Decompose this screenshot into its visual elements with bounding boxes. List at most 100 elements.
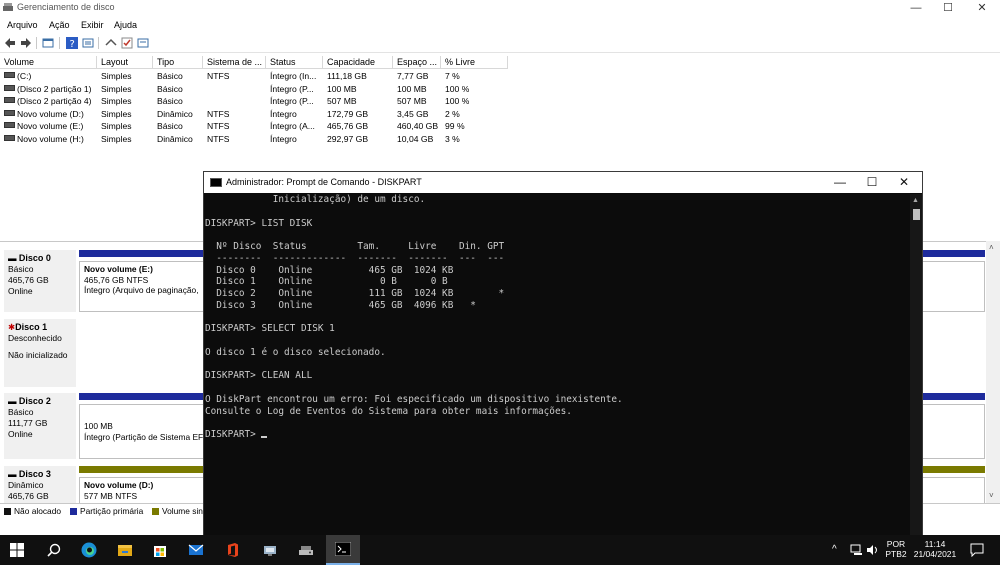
percent-free-cell: 7 % xyxy=(445,71,460,81)
free-space-cell: 460,40 GB xyxy=(397,121,439,131)
title-bar: Gerenciamento de disco — ☐ ✕ xyxy=(0,0,1000,16)
tray-overflow-icon[interactable]: ^ xyxy=(832,544,837,555)
column-header-layout[interactable]: Layout xyxy=(97,56,153,69)
disk-2-label[interactable]: ▬ Disco 2 Básico 111,77 GB Online xyxy=(4,393,76,459)
clock-time: 11:14 xyxy=(924,539,946,549)
percent-free-cell: 2 % xyxy=(445,108,460,119)
check-icon[interactable] xyxy=(121,37,133,49)
clock[interactable]: 11:14 21/04/2021 xyxy=(910,539,960,559)
column-header-status[interactable]: Status xyxy=(266,56,323,69)
cmd-maximize-button[interactable]: ☐ xyxy=(854,172,890,193)
percent-free-cell: 99 % xyxy=(445,121,465,131)
table-row[interactable]: Novo volume (H:) Simples Dinâmico NTFS Í… xyxy=(0,133,1000,146)
column-header-volume[interactable]: Volume xyxy=(0,56,97,69)
store-icon[interactable] xyxy=(152,542,168,558)
disk-icon: ▬ xyxy=(8,469,19,479)
cmd-taskbar-button[interactable] xyxy=(326,535,360,565)
prompt-text: DISKPART> xyxy=(205,429,262,440)
cmd-minimize-button[interactable]: — xyxy=(822,172,858,193)
disk-icon: ▬ xyxy=(8,253,19,263)
filesystem-cell: NTFS xyxy=(207,133,230,144)
column-header-tipo[interactable]: Tipo xyxy=(153,56,203,69)
type-cell: Básico xyxy=(157,71,183,81)
toolbar-separator xyxy=(59,37,60,49)
column-header-sistema[interactable]: Sistema de ... xyxy=(203,56,266,69)
table-row[interactable]: Novo volume (D:) Simples Dinâmico NTFS Í… xyxy=(0,108,1000,121)
menu-ajuda[interactable]: Ajuda xyxy=(114,20,137,30)
disk-size: 465,76 GB xyxy=(8,275,49,285)
type-cell: Básico xyxy=(157,83,183,94)
layout-cell: Simples xyxy=(101,121,132,131)
forward-arrow-icon[interactable] xyxy=(20,37,32,49)
legend-simple-volume: Volume sin xyxy=(152,506,203,516)
cmd-taskbar-icon xyxy=(335,542,351,556)
disk-3-label[interactable]: ▬ Disco 3 Dinâmico 465,76 GB xyxy=(4,466,76,504)
disk-icon: ▬ xyxy=(8,396,19,406)
disk-type: Dinâmico xyxy=(8,480,44,490)
console-output[interactable]: Inicialização) de um disco.​DISKPART> LI… xyxy=(204,194,911,536)
view-list-icon[interactable] xyxy=(137,37,149,49)
mail-icon[interactable] xyxy=(188,542,204,558)
close-button[interactable]: ✕ xyxy=(966,0,998,16)
windows-start-icon[interactable] xyxy=(10,543,24,557)
cmd-icon xyxy=(210,178,222,187)
office-icon[interactable] xyxy=(225,542,241,558)
free-space-cell: 507 MB xyxy=(397,96,427,106)
disk-name: Disco 2 xyxy=(18,396,51,406)
command-prompt-window[interactable]: Administrador: Prompt de Comando - DISKP… xyxy=(203,171,923,537)
cmd-title-bar[interactable]: Administrador: Prompt de Comando - DISKP… xyxy=(204,172,922,193)
back-arrow-icon[interactable] xyxy=(4,37,16,49)
volume-name: (Disco 2 partição 4) xyxy=(17,96,92,106)
column-header-espaco[interactable]: Espaço ... xyxy=(393,56,441,69)
volume-name: Novo volume (E:) xyxy=(17,121,84,131)
search-icon[interactable] xyxy=(46,542,62,558)
toolbar-separator xyxy=(98,37,99,49)
scroll-down-icon[interactable]: ˅ xyxy=(989,491,994,500)
properties-icon[interactable] xyxy=(82,37,94,49)
console-tree-icon[interactable] xyxy=(42,37,54,49)
type-cell: Básico xyxy=(157,96,183,106)
menu-arquivo[interactable]: Arquivo xyxy=(7,20,38,30)
file-explorer-icon[interactable] xyxy=(117,542,133,558)
scroll-up-icon[interactable]: ˄ xyxy=(989,243,994,252)
language-indicator[interactable]: POR PTB2 xyxy=(884,539,908,559)
help-icon[interactable]: ? xyxy=(66,37,78,49)
toolbar: ? xyxy=(0,34,1000,53)
graph-scrollbar[interactable]: ˄ ˅ xyxy=(986,241,1000,503)
disk-status: Online xyxy=(8,286,33,296)
layout-cell: Simples xyxy=(101,108,132,119)
cmd-title: Administrador: Prompt de Comando - DISKP… xyxy=(226,177,422,187)
scroll-up-icon[interactable]: ▲ xyxy=(912,197,919,204)
scroll-thumb[interactable] xyxy=(913,209,920,220)
table-row[interactable]: (Disco 2 partição 4) Simples Básico Ínte… xyxy=(0,95,1000,108)
volume-icon[interactable] xyxy=(866,544,880,556)
filesystem-cell: NTFS xyxy=(207,121,230,131)
taskbar: ^ POR PTB2 11:14 21/04/2021 xyxy=(0,535,1000,565)
volume-name: (C:) xyxy=(17,71,32,81)
table-row[interactable]: (C:) Simples Básico NTFS Íntegro (In... … xyxy=(0,70,1000,83)
network-icon[interactable] xyxy=(850,544,864,556)
prompt-line[interactable]: DISKPART> xyxy=(205,429,911,441)
disk-type: Desconhecido xyxy=(8,333,62,343)
disk-0-label[interactable]: ▬ Disco 0 Básico 465,76 GB Online xyxy=(4,250,76,312)
status-cell: Íntegro xyxy=(270,133,297,144)
network-folder-icon[interactable] xyxy=(262,542,278,558)
maximize-button[interactable]: ☐ xyxy=(932,0,964,16)
column-header-capacidade[interactable]: Capacidade xyxy=(323,56,393,69)
table-row[interactable]: (Disco 2 partição 1) Simples Básico Ínte… xyxy=(0,83,1000,96)
status-cell: Íntegro (P... xyxy=(270,96,314,106)
table-row[interactable]: Novo volume (E:) Simples Básico NTFS Ínt… xyxy=(0,120,1000,133)
edge-icon[interactable] xyxy=(81,542,97,558)
minimize-button[interactable]: — xyxy=(900,0,932,16)
notification-icon[interactable] xyxy=(970,543,984,557)
disk-management-taskbar-icon[interactable] xyxy=(298,542,314,558)
window-title: Gerenciamento de disco xyxy=(17,2,115,12)
menu-acao[interactable]: Ação xyxy=(49,20,70,30)
cmd-scrollbar[interactable]: ▲ xyxy=(910,194,922,536)
menu-exibir[interactable]: Exibir xyxy=(81,20,104,30)
column-header-livre[interactable]: % Livre xyxy=(441,56,508,69)
disk-1-label[interactable]: ✱Disco 1 Desconhecido Não inicializado xyxy=(4,319,76,387)
cmd-close-button[interactable]: ✕ xyxy=(886,172,922,193)
text-cursor xyxy=(261,436,268,438)
connect-icon[interactable] xyxy=(105,37,117,49)
